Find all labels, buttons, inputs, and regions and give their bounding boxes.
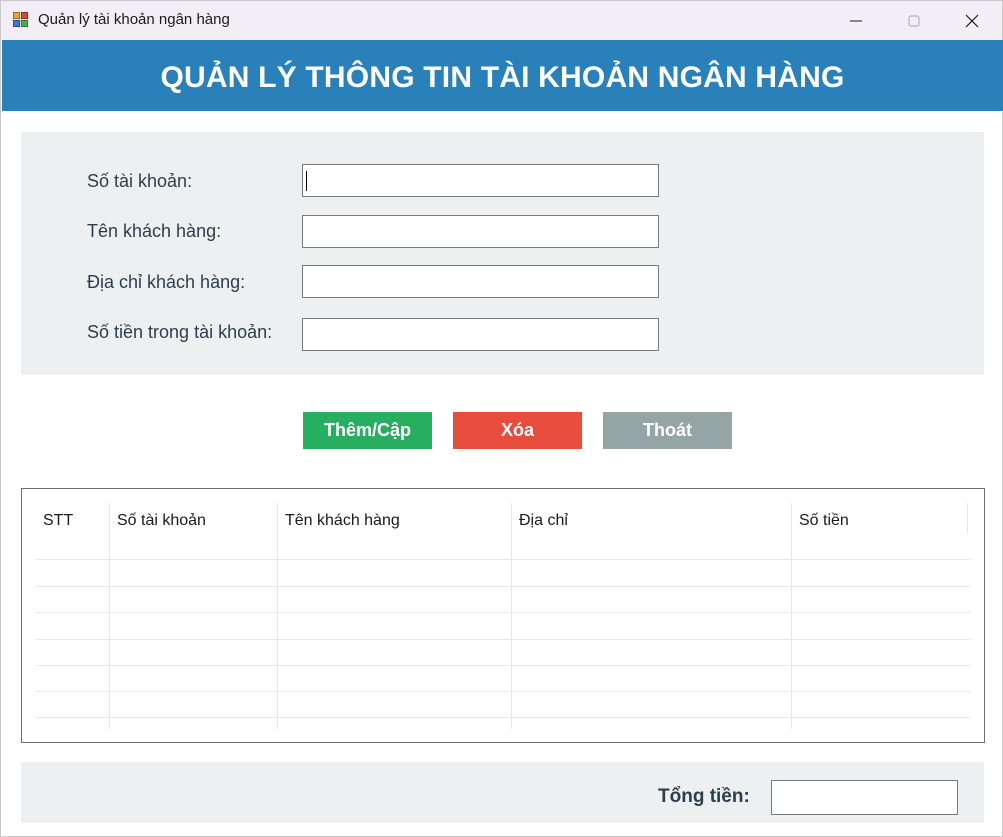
account-number-input[interactable]	[302, 164, 659, 197]
minimize-button[interactable]	[827, 1, 885, 40]
text-caret	[306, 171, 307, 191]
customer-name-label: Tên khách hàng:	[87, 221, 222, 241]
table-row[interactable]	[36, 666, 970, 692]
add-update-button[interactable]: Thêm/Cập	[303, 412, 432, 449]
close-icon	[965, 14, 979, 27]
account-number-label: Số tài khoản:	[87, 171, 193, 191]
account-form: Số tài khoản: Tên khách hàng: Địa chỉ kh…	[21, 132, 984, 375]
table-row[interactable]	[36, 533, 970, 559]
app-window: Quản lý tài khoản ngân hàng QUẢN LÝ THÔN…	[0, 0, 1003, 837]
total-input[interactable]	[771, 780, 958, 815]
column-header-address[interactable]: Địa chỉ	[519, 512, 568, 530]
app-icon	[13, 12, 30, 29]
header-banner: QUẢN LÝ THÔNG TIN TÀI KHOẢN NGÂN HÀNG	[2, 40, 1003, 111]
page-title: QUẢN LÝ THÔNG TIN TÀI KHOẢN NGÂN HÀNG	[160, 61, 845, 94]
window-title: Quản lý tài khoản ngân hàng	[38, 11, 230, 28]
delete-button[interactable]: Xóa	[453, 412, 582, 449]
table-body: STT Số tài khoản Tên khách hàng Địa chỉ …	[36, 503, 970, 729]
column-header-account-number[interactable]: Số tài khoản	[117, 512, 206, 530]
address-input[interactable]	[302, 265, 659, 298]
customer-name-input[interactable]	[302, 215, 659, 248]
table-row[interactable]	[36, 560, 970, 586]
column-header-balance[interactable]: Số tiền	[799, 512, 849, 530]
row-divider	[36, 717, 970, 718]
balance-input[interactable]	[302, 318, 659, 351]
column-header-stt[interactable]: STT	[43, 512, 73, 530]
table-row[interactable]	[36, 640, 970, 666]
accounts-table[interactable]: STT Số tài khoản Tên khách hàng Địa chỉ …	[21, 488, 985, 743]
maximize-button[interactable]	[885, 1, 943, 40]
exit-button[interactable]: Thoát	[603, 412, 732, 449]
column-divider	[967, 503, 968, 533]
address-label: Địa chỉ khách hàng:	[87, 272, 246, 292]
total-label: Tổng tiền:	[658, 786, 750, 807]
close-button[interactable]	[943, 1, 1001, 40]
table-row[interactable]	[36, 692, 970, 718]
footer-panel: Tổng tiền:	[21, 762, 984, 823]
title-bar[interactable]: Quản lý tài khoản ngân hàng	[1, 1, 1002, 40]
maximize-icon	[908, 15, 920, 26]
table-row[interactable]	[36, 587, 970, 613]
balance-label: Số tiền trong tài khoản:	[87, 322, 273, 342]
minimize-icon	[850, 20, 862, 21]
table-row[interactable]	[36, 613, 970, 639]
column-header-customer-name[interactable]: Tên khách hàng	[285, 512, 400, 530]
